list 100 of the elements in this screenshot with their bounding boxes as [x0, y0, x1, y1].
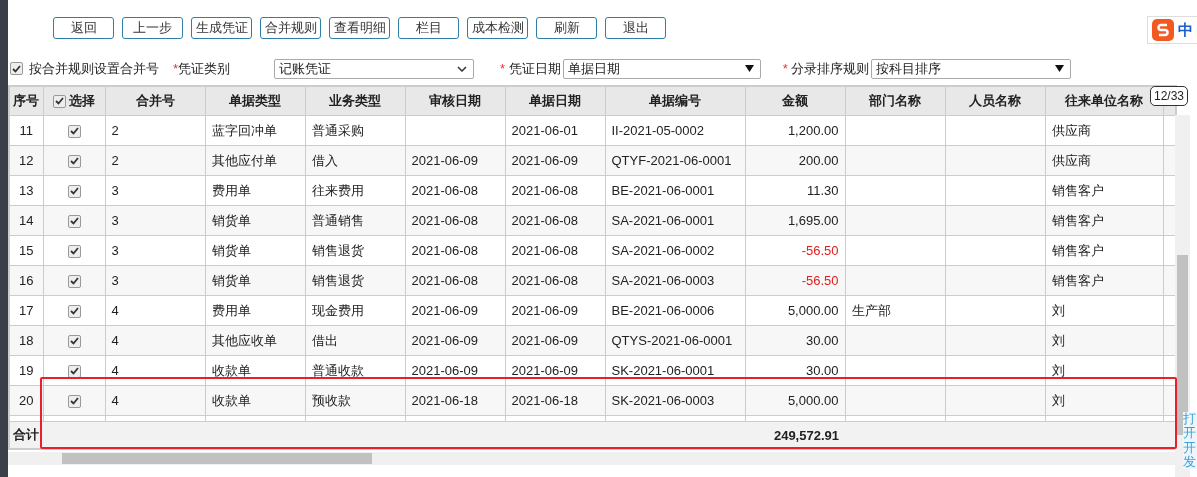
table-cell: 2021-06-09 [505, 325, 605, 356]
table-cell: 销售客户 [1045, 175, 1163, 206]
table-cell: 18 [9, 325, 43, 356]
ime-badge[interactable]: 中 [1147, 16, 1197, 44]
table-cell: BE-2021-06-0001 [605, 175, 745, 206]
entry-sort-select[interactable]: 按科目排序 [871, 58, 1072, 79]
table-cell: 2021-06-08 [505, 235, 605, 266]
row-checkbox[interactable] [67, 364, 81, 378]
column-header: 业务类型 [305, 86, 405, 116]
table-cell: 2021-06-18 [405, 385, 505, 416]
column-header: 序号 [9, 86, 43, 116]
table-cell: 13 [9, 175, 43, 206]
toolbar-button[interactable]: 返回 [53, 17, 114, 39]
table-cell: 普通销售 [305, 205, 405, 236]
table-cell: 生产部 [845, 295, 945, 326]
table-cell: 2021-06-09 [505, 295, 605, 326]
table-cell: QTYF-2021-06-0001 [605, 145, 745, 176]
table-cell: 刘 [1045, 295, 1163, 326]
select-all-checkbox[interactable] [53, 94, 66, 108]
voucher-date-select[interactable]: 单据日期 [562, 58, 761, 79]
table-cell: 2021-06-08 [505, 175, 605, 206]
table-cell: 2021-06-01 [505, 115, 605, 146]
row-checkbox[interactable] [67, 214, 81, 228]
toolbar-button[interactable]: 刷新 [536, 17, 597, 39]
table-cell: 3 [105, 235, 205, 266]
table-cell: 2021-06-09 [505, 145, 605, 176]
row-checkbox[interactable] [67, 244, 81, 258]
table-cell: 30.00 [745, 325, 845, 356]
table-cell: 销货单 [205, 205, 305, 236]
page-counter: 12/33 [1149, 86, 1188, 106]
dropdown-arrow-icon [744, 65, 754, 72]
toolbar-button[interactable]: 查看明细 [329, 17, 390, 39]
column-header: 金额 [745, 86, 845, 116]
row-checkbox[interactable] [67, 334, 81, 348]
table-cell: 蓝字回冲单 [205, 115, 305, 146]
table-cell: 销售退货 [305, 235, 405, 266]
merge-rule-checkbox[interactable] [10, 62, 23, 75]
toolbar-button[interactable]: 成本检测 [467, 17, 528, 39]
table-cell: 19 [9, 355, 43, 386]
table-cell: 4 [105, 295, 205, 326]
entry-sort-label: * 分录排序规则 [782, 59, 870, 78]
column-header: 单据日期 [505, 86, 605, 116]
table-cell: 2021-06-08 [405, 175, 505, 206]
row-checkbox[interactable] [67, 124, 81, 138]
toolbar-button[interactable]: 退出 [605, 17, 666, 39]
table-cell: 2 [105, 115, 205, 146]
column-header: 单据编号 [605, 86, 745, 116]
table-cell: 5,000.00 [745, 295, 845, 326]
table-cell: 4 [105, 385, 205, 416]
voucher-date-label: * 凭证日期 [500, 59, 561, 78]
table-cell: 普通采购 [305, 115, 405, 146]
table-cell: 刘 [1045, 325, 1163, 356]
table-cell: 销售客户 [1045, 265, 1163, 296]
table-cell: 3 [105, 175, 205, 206]
horizontal-scrollbar[interactable] [8, 452, 1175, 465]
column-header: 审核日期 [405, 86, 505, 116]
column-header[interactable]: 选择 [43, 86, 105, 116]
chevron-down-icon [457, 65, 468, 72]
table-cell: 11 [9, 115, 43, 146]
table-cell: 销售退货 [305, 265, 405, 296]
table-cell: 2021-06-08 [405, 205, 505, 236]
toolbar-button[interactable]: 合并规则 [260, 17, 321, 39]
row-checkbox[interactable] [67, 274, 81, 288]
column-header-label: 选择 [69, 92, 95, 110]
table-cell: 16 [9, 265, 43, 296]
table-cell: 其他应付单 [205, 145, 305, 176]
toolbar-button[interactable]: 栏目 [398, 17, 459, 39]
table-cell: SA-2021-06-0002 [605, 235, 745, 266]
table-cell: 2021-06-08 [505, 265, 605, 296]
table-cell: 2021-06-09 [405, 325, 505, 356]
row-checkbox[interactable] [67, 184, 81, 198]
table-cell: 1,695.00 [745, 205, 845, 236]
table-cell: 销售客户 [1045, 235, 1163, 266]
voucher-type-label: *凭证类别 [173, 59, 231, 78]
table-cell: 借出 [305, 325, 405, 356]
toolbar-button[interactable]: 上一步 [122, 17, 183, 39]
table-cell: 预收款 [305, 385, 405, 416]
row-checkbox[interactable] [67, 154, 81, 168]
dropdown-arrow-icon [1055, 65, 1065, 72]
row-checkbox[interactable] [67, 394, 81, 408]
table-cell: 4 [105, 325, 205, 356]
table-cell: 11.30 [745, 175, 845, 206]
table-cell: 200.00 [745, 145, 845, 176]
table-cell: -56.50 [745, 265, 845, 296]
table-cell: -56.50 [745, 235, 845, 266]
table-cell: 2021-06-08 [405, 265, 505, 296]
table-cell: 17 [9, 295, 43, 326]
table-cell: 5,000.00 [745, 385, 845, 416]
table-cell: 供应商 [1045, 115, 1163, 146]
voucher-type-select[interactable]: 记账凭证 [274, 58, 475, 79]
toolbar-button[interactable]: 生成凭证 [191, 17, 252, 39]
row-checkbox[interactable] [67, 304, 81, 318]
column-header: 部门名称 [845, 86, 945, 116]
table-cell: 往来费用 [305, 175, 405, 206]
table-cell: 收款单 [205, 385, 305, 416]
table-cell: 销货单 [205, 265, 305, 296]
table-cell: 2021-06-09 [405, 145, 505, 176]
column-header: 单据类型 [205, 86, 305, 116]
table-cell: 销货单 [205, 235, 305, 266]
table-cell: 2 [105, 145, 205, 176]
